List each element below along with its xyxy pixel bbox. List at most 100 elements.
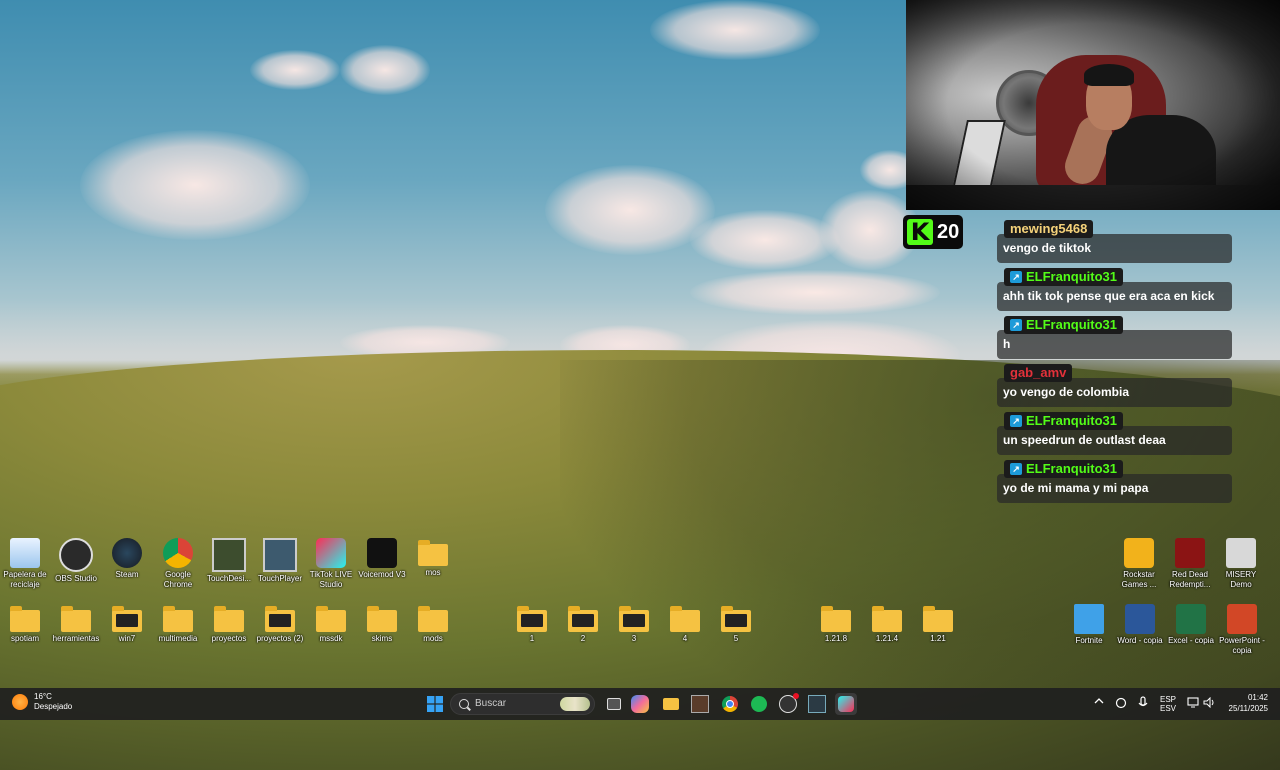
chat-message-text: ahh tik tok pense que era aca en kick [997, 282, 1232, 311]
folder-icon [923, 606, 953, 632]
desktop-icon-label: Excel - copia [1168, 636, 1214, 645]
desktop-shortcut[interactable]: Voicemod V3 [357, 538, 407, 580]
desktop-folder[interactable]: skims [357, 604, 407, 644]
desktop-icon-label: MISERY Demo [1225, 570, 1257, 589]
desktop-shortcut[interactable]: PowerPoint - copia [1217, 604, 1267, 656]
file-explorer-icon[interactable] [660, 693, 682, 715]
desktop-icon-label: Voicemod V3 [358, 570, 406, 579]
obs-taskbar-icon[interactable] [777, 693, 799, 715]
tray-overflow-chevron-icon[interactable] [1094, 697, 1104, 707]
start-button[interactable] [424, 693, 446, 715]
microphone-icon[interactable] [1138, 696, 1148, 712]
folder-icon [821, 606, 851, 632]
chat-message-text: yo vengo de colombia [997, 378, 1232, 407]
desktop-folder[interactable]: 1.21 [913, 604, 963, 644]
desktop-folder[interactable]: win7 [102, 604, 152, 644]
desktop-shortcut[interactable]: Papelera de reciclaje [0, 538, 50, 590]
desktop-folder[interactable]: 2 [558, 604, 608, 644]
taskbar-search[interactable]: Buscar [450, 693, 595, 715]
desktop-icon-label: 1.21.4 [875, 634, 899, 643]
chat-message-text: vengo de tiktok [997, 234, 1232, 263]
kick-logo-icon: K [907, 219, 933, 245]
desktop-icon-label: 1 [529, 634, 535, 643]
folder-icon [163, 606, 193, 632]
desktop-folder[interactable]: spotiam [0, 604, 50, 644]
desktop-folder[interactable]: 1.21.4 [862, 604, 912, 644]
folder-icon [265, 606, 295, 632]
folder-icon [367, 606, 397, 632]
desktop-shortcut[interactable]: Steam [102, 538, 152, 580]
desktop-folder[interactable]: multimedia [153, 604, 203, 644]
folder-icon [721, 606, 751, 632]
chat-username: ↗ ELFranquito31 [1004, 268, 1124, 286]
spotify-icon[interactable] [748, 693, 770, 715]
desktop-folder[interactable]: mos [408, 538, 458, 578]
clock-date: 25/11/2025 [1228, 704, 1268, 713]
desktop-icon-label: Red Dead Redempti... [1169, 570, 1211, 589]
desktop-shortcut[interactable]: Red Dead Redempti... [1165, 538, 1215, 590]
clock-time: 01:42 [1247, 693, 1268, 702]
subscriber-badge-icon: ↗ [1010, 271, 1022, 283]
obs-icon [59, 538, 93, 572]
desktop-icon-label: PowerPoint - copia [1219, 636, 1265, 655]
steam-icon [112, 538, 142, 568]
tiktok-taskbar-icon[interactable] [835, 693, 857, 715]
folder-icon [316, 606, 346, 632]
folder-icon [670, 606, 700, 632]
desktop-folder[interactable]: mssdk [306, 604, 356, 644]
folder-icon [872, 606, 902, 632]
volume-icon[interactable] [1203, 696, 1215, 710]
system-clock[interactable]: 01:42 25/11/2025 [1229, 692, 1268, 714]
desktop-shortcut[interactable]: TouchPlayer [255, 538, 305, 584]
desktop-icon-label: Rockstar Games ... [1121, 570, 1157, 589]
desktop-icon-label: mssdk [319, 634, 343, 643]
desktop-shortcut[interactable]: Fortnite [1064, 604, 1114, 646]
desktop-folder[interactable]: proyectos (2) [255, 604, 305, 644]
chrome-taskbar-icon[interactable] [719, 693, 741, 715]
desktop-folder[interactable]: herramientas [51, 604, 101, 644]
chat-username: mewing5468 [1004, 220, 1094, 238]
tiktok-icon [316, 538, 346, 568]
chat-message: yo de mi mama y mi papa ↗ ELFranquito31 [997, 460, 1232, 508]
desktop-folder[interactable]: 1 [507, 604, 557, 644]
language-indicator[interactable]: ESP ESV [1160, 695, 1176, 713]
folder-icon [619, 606, 649, 632]
desktop-folder[interactable]: mods [408, 604, 458, 644]
desktop-shortcut[interactable]: Word - copia [1115, 604, 1165, 646]
desktop-icon-label: win7 [118, 634, 136, 643]
desktop-shortcut[interactable]: TikTok LIVE Studio [306, 538, 356, 590]
desktop-icon-label: 5 [733, 634, 739, 643]
network-icon[interactable] [1187, 697, 1199, 710]
excel-icon [1176, 604, 1206, 634]
desktop-shortcut[interactable]: Excel - copia [1166, 604, 1216, 646]
task-view-button[interactable] [603, 693, 625, 715]
desktop-shortcut[interactable]: TouchDesi... [204, 538, 254, 584]
desktop-folder[interactable]: proyectos [204, 604, 254, 644]
touchdesigner-icon [212, 538, 246, 572]
desktop-shortcut[interactable]: MISERY Demo [1216, 538, 1266, 590]
touchdesigner-taskbar-icon[interactable] [806, 693, 828, 715]
weather-widget[interactable]: 16°C Despejado [12, 692, 72, 712]
rockstar-icon [1124, 538, 1154, 568]
desktop-folder[interactable]: 4 [660, 604, 710, 644]
desktop-icon-label: Fortnite [1075, 636, 1103, 645]
subscriber-badge-icon: ↗ [1010, 463, 1022, 475]
chat-message: vengo de tiktok mewing5468 [997, 220, 1232, 268]
desktop-folder[interactable]: 1.21.8 [811, 604, 861, 644]
sync-icon[interactable] [1115, 697, 1127, 711]
folder-icon [517, 606, 547, 632]
desktop-shortcut[interactable]: Google Chrome [153, 538, 203, 590]
copilot-icon[interactable] [631, 695, 649, 713]
chat-message-text: un speedrun de outlast deaa [997, 426, 1232, 455]
desktop-shortcut[interactable]: Rockstar Games ... [1114, 538, 1164, 590]
desktop-folder[interactable]: 5 [711, 604, 761, 644]
desktop-folder[interactable]: 3 [609, 604, 659, 644]
chat-message: un speedrun de outlast deaa ↗ ELFranquito3… [997, 412, 1232, 460]
desktop-shortcut[interactable]: OBS Studio [51, 538, 101, 584]
desktop-icon-label: mods [423, 634, 443, 643]
desktop-icon-label: TouchDesi... [206, 574, 252, 583]
desktop-icon-label: Word - copia [1117, 636, 1163, 645]
desktop-icon-label: 1.21.8 [824, 634, 848, 643]
game-app-icon[interactable] [689, 693, 711, 715]
desktop-icon-label: OBS Studio [55, 574, 97, 583]
